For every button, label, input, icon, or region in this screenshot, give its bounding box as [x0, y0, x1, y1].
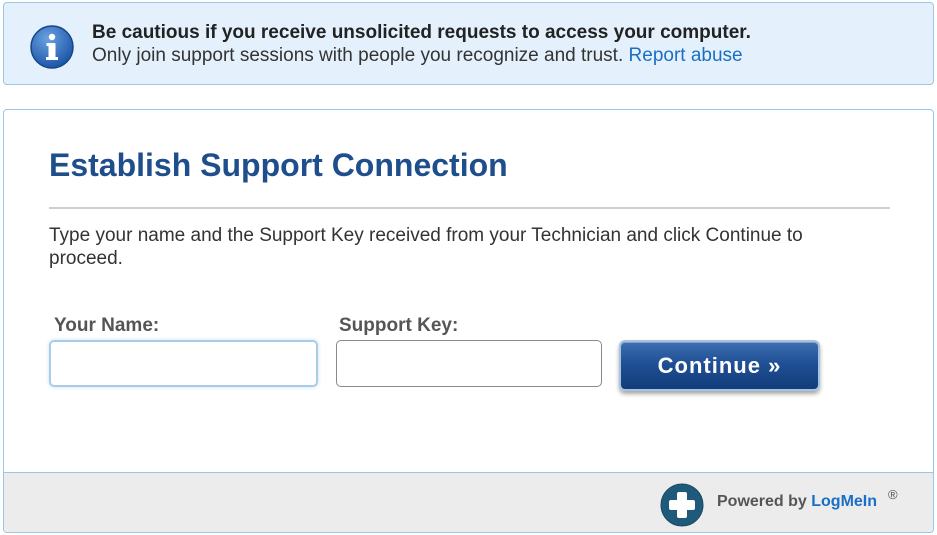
registered-mark: ®: [888, 487, 898, 502]
warning-title: Be cautious if you receive unsolicited r…: [92, 22, 751, 43]
support-key-label: Support Key:: [339, 315, 459, 336]
logmein-brand: LogMeIn: [811, 493, 878, 510]
footer-bar: Powered by LogMeIn ®: [4, 472, 933, 532]
logmein-plus-logo: [660, 483, 704, 527]
page-title: Establish Support Connection: [49, 147, 508, 183]
title-divider: [49, 207, 890, 209]
report-abuse-link[interactable]: Report abuse: [629, 45, 743, 66]
warning-body: Only join support sessions with people y…: [92, 45, 743, 67]
support-key-input[interactable]: [336, 340, 602, 387]
your-name-input[interactable]: [49, 340, 318, 387]
support-connection-panel: Establish Support Connection Type your n…: [3, 109, 934, 533]
powered-by-label: Powered by: [717, 493, 812, 510]
warning-body-text: Only join support sessions with people y…: [92, 45, 624, 66]
info-icon: [30, 25, 74, 69]
powered-by-text: Powered by LogMeIn: [717, 493, 877, 511]
warning-banner: Be cautious if you receive unsolicited r…: [3, 2, 934, 85]
instructions-text: Type your name and the Support Key recei…: [49, 225, 803, 269]
continue-button[interactable]: Continue »: [619, 340, 820, 391]
your-name-label: Your Name:: [54, 315, 160, 336]
